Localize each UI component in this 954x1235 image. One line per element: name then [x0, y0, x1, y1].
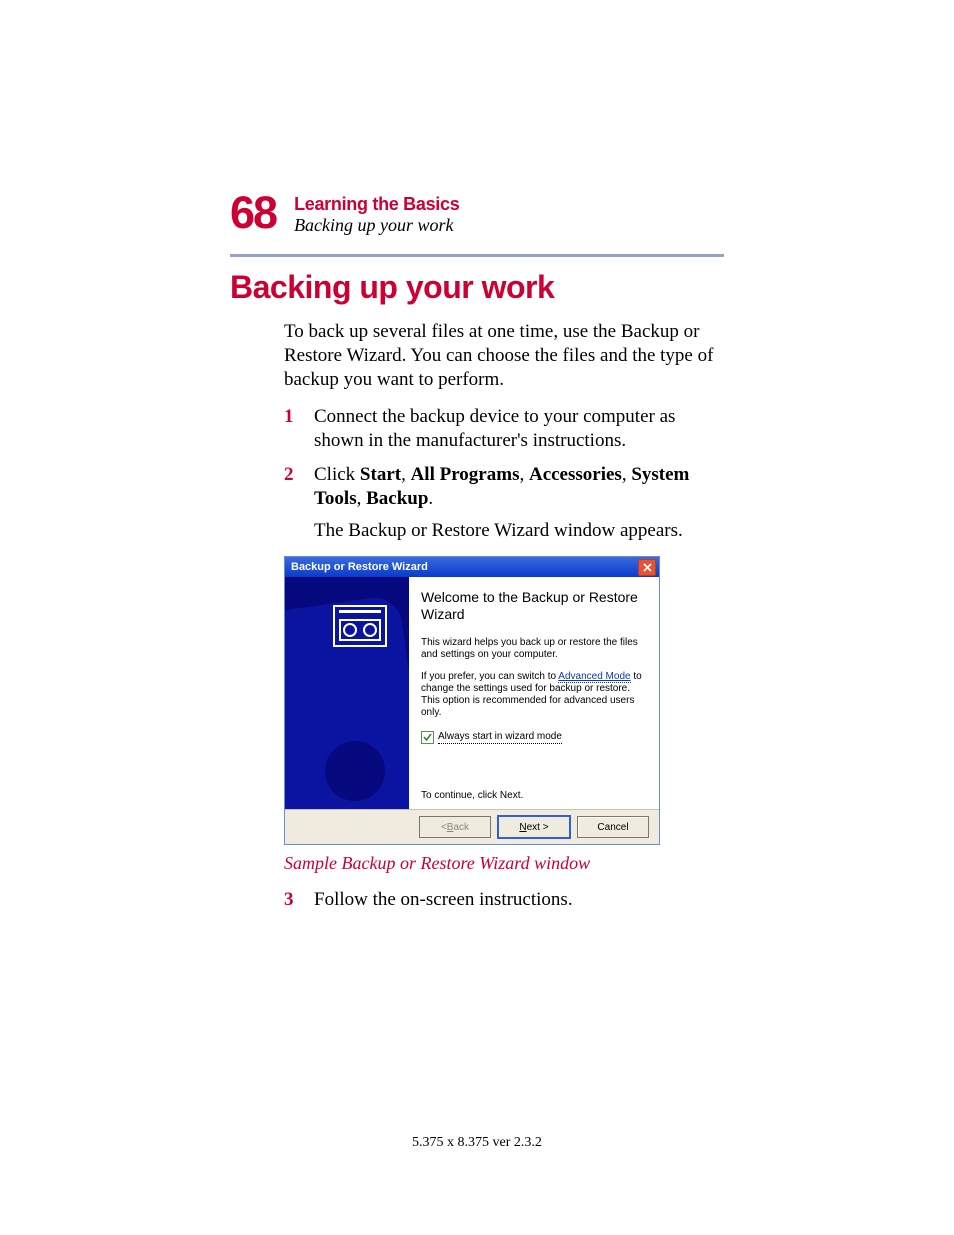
chapter-title: Learning the Basics: [294, 194, 459, 215]
section-heading: Backing up your work: [230, 269, 724, 306]
figure-caption: Sample Backup or Restore Wizard window: [284, 853, 724, 874]
step-number: 3: [284, 888, 298, 912]
numbered-list: 1 Connect the backup device to your comp…: [284, 405, 724, 510]
checkbox-icon: [421, 731, 434, 744]
close-button[interactable]: [638, 559, 656, 576]
close-icon: [643, 563, 652, 572]
next-button[interactable]: Next >: [497, 815, 571, 839]
tape-icon: [333, 605, 387, 647]
checkbox-label: Always start in wizard mode: [438, 731, 562, 744]
text: If you prefer, you can switch to: [421, 671, 558, 682]
text: N: [519, 822, 526, 833]
wizard-heading: Welcome to the Backup or Restore Wizard: [421, 589, 647, 623]
page-number: 68: [230, 190, 276, 235]
page-footer: 5.375 x 8.375 ver 2.3.2: [0, 1135, 954, 1151]
back-button[interactable]: < Back: [419, 816, 491, 838]
wizard-graphic: [285, 577, 409, 809]
page-header: 68 Learning the Basics Backing up your w…: [230, 190, 724, 236]
numbered-list: 3 Follow the on-screen instructions.: [284, 888, 724, 912]
text: B: [447, 822, 454, 833]
divider: [230, 254, 724, 257]
menu-path: Start: [360, 464, 401, 485]
list-item: 1 Connect the backup device to your comp…: [284, 405, 724, 453]
titlebar: Backup or Restore Wizard: [285, 557, 659, 577]
step-text: Connect the backup device to your comput…: [314, 405, 724, 453]
text: ack: [453, 822, 469, 833]
menu-path: All Programs: [411, 464, 520, 485]
document-page: 68 Learning the Basics Backing up your w…: [0, 0, 954, 1235]
text: Click: [314, 464, 360, 485]
menu-path: Backup: [366, 488, 428, 509]
wizard-content: Welcome to the Backup or Restore Wizard …: [409, 577, 659, 809]
wizard-description: This wizard helps you back up or restore…: [421, 637, 647, 661]
wizard-window: Backup or Restore Wizard Welcome to the …: [284, 556, 660, 845]
wizard-body: Welcome to the Backup or Restore Wizard …: [285, 577, 659, 810]
step-text: Click Start, All Programs, Accessories, …: [314, 463, 724, 511]
advanced-mode-link[interactable]: Advanced Mode: [558, 671, 630, 683]
step-number: 2: [284, 463, 298, 511]
window-title: Backup or Restore Wizard: [291, 561, 428, 573]
step-text: Follow the on-screen instructions.: [314, 888, 573, 912]
cancel-button[interactable]: Cancel: [577, 816, 649, 838]
step-number: 1: [284, 405, 298, 453]
wizard-footer: < Back Next > Cancel: [285, 810, 659, 844]
text: ext >: [527, 822, 549, 833]
wizard-continue-text: To continue, click Next.: [421, 790, 647, 801]
section-subtitle: Backing up your work: [294, 215, 459, 236]
list-item: 2 Click Start, All Programs, Accessories…: [284, 463, 724, 511]
intro-paragraph: To back up several files at one time, us…: [284, 320, 724, 391]
list-item: 3 Follow the on-screen instructions.: [284, 888, 724, 912]
always-wizard-checkbox[interactable]: Always start in wizard mode: [421, 731, 647, 744]
menu-path: Accessories: [529, 464, 622, 485]
step-follow-text: The Backup or Restore Wizard window appe…: [314, 520, 724, 542]
wizard-screenshot: Backup or Restore Wizard Welcome to the …: [284, 556, 724, 845]
wizard-advanced-note: If you prefer, you can switch to Advance…: [421, 671, 647, 719]
header-titles: Learning the Basics Backing up your work: [294, 190, 459, 236]
